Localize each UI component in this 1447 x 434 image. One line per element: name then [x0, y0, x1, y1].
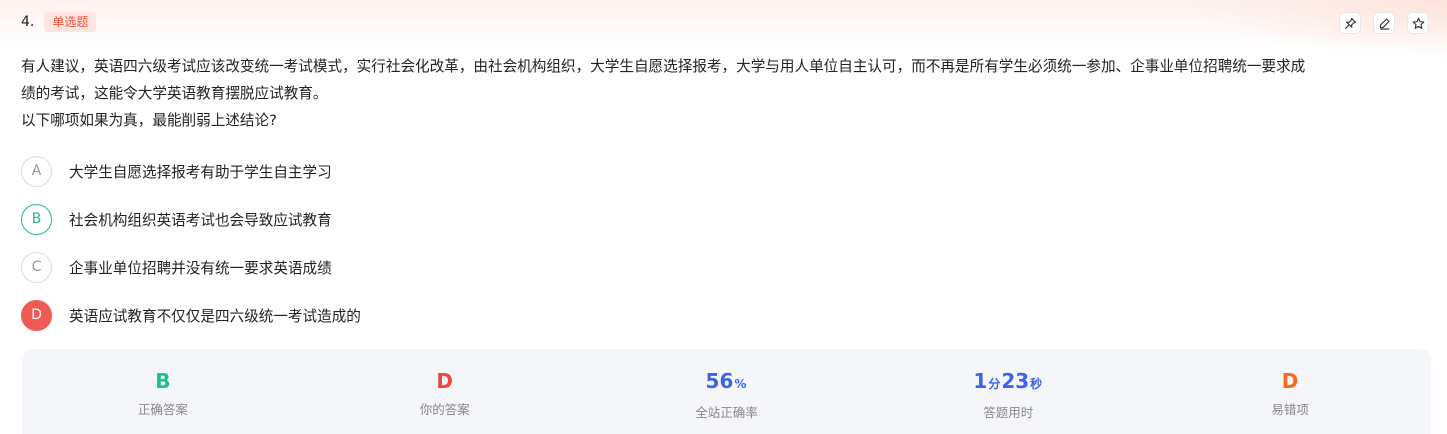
correct-answer-label: 正确答案 [137, 402, 188, 417]
stat-common-mistake: D 易错项 [1149, 349, 1431, 434]
time-label: 答题用时 [983, 405, 1034, 420]
accuracy-number: 56 [705, 369, 734, 393]
option-d[interactable]: D 英语应试教育不仅仅是四六级统一考试造成的 [21, 299, 361, 331]
pin-icon [1344, 17, 1356, 29]
common-mistake-label: 易错项 [1271, 402, 1309, 417]
favorite-button[interactable] [1407, 12, 1429, 34]
option-b[interactable]: B 社会机构组织英语考试也会导致应试教育 [21, 203, 361, 235]
pin-button[interactable] [1339, 12, 1361, 34]
option-letter: C [21, 251, 52, 283]
question-header: 4. 单选题 [21, 12, 97, 32]
option-text: 企事业单位招聘并没有统一要求英语成绩 [69, 259, 332, 277]
option-c[interactable]: C 企事业单位招聘并没有统一要求英语成绩 [21, 251, 361, 283]
options-list: A 大学生自愿选择报考有助于学生自主学习 B 社会机构组织英语考试也会导致应试教… [21, 155, 361, 347]
time-minutes: 1 [973, 369, 988, 393]
correct-answer-value: B [155, 369, 171, 393]
common-mistake-value: D [1281, 369, 1299, 393]
question-stem: 有人建议，英语四六级考试应该改变统一考试模式，实行社会化改革，由社会机构组织，大… [21, 53, 1431, 134]
stem-line: 有人建议，英语四六级考试应该改变统一考试模式，实行社会化改革，由社会机构组织，大… [21, 58, 1306, 75]
question-number: 4. [21, 14, 35, 30]
question-prompt: 以下哪项如果为真，最能削弱上述结论? [21, 112, 277, 129]
question-actions [1339, 12, 1429, 34]
accuracy-value: 56% [706, 370, 748, 395]
question-type-badge: 单选题 [44, 12, 97, 32]
option-text: 大学生自愿选择报考有助于学生自主学习 [69, 163, 332, 181]
option-letter: A [21, 155, 52, 187]
accuracy-label: 全站正确率 [695, 405, 758, 420]
option-letter: B [21, 203, 52, 235]
stat-accuracy: 56% 全站正确率 [586, 349, 868, 434]
note-button[interactable] [1373, 12, 1395, 34]
option-a[interactable]: A 大学生自愿选择报考有助于学生自主学习 [21, 155, 361, 187]
question-card: 4. 单选题 有人建议，英语四六级考试应该改变统一考试模式，实行社会化改革，由社… [0, 0, 1447, 434]
answer-stats-panel: B 正确答案 D 你的答案 56% 全站正确率 1 分 23 秒 答题用时 D 易错项 [22, 349, 1431, 434]
option-text: 英语应试教育不仅仅是四六级统一考试造成的 [69, 307, 361, 325]
stem-line: 绩的考试，这能令大学英语教育摆脱应试教育。 [21, 85, 328, 102]
time-sec-unit: 秒 [1030, 377, 1043, 391]
time-value: 1 分 23 秒 [973, 370, 1043, 395]
edit-icon [1379, 17, 1390, 30]
time-seconds: 23 [1001, 369, 1030, 393]
option-letter: D [21, 299, 52, 331]
stat-your-answer: D 你的答案 [304, 349, 586, 434]
your-answer-label: 你的答案 [419, 402, 470, 417]
time-min-unit: 分 [988, 377, 1001, 391]
star-icon [1412, 17, 1424, 29]
accuracy-unit: % [734, 377, 747, 391]
stat-correct-answer: B 正确答案 [22, 349, 304, 434]
stat-time: 1 分 23 秒 答题用时 [867, 349, 1149, 434]
your-answer-value: D [436, 369, 453, 393]
option-text: 社会机构组织英语考试也会导致应试教育 [69, 211, 332, 229]
